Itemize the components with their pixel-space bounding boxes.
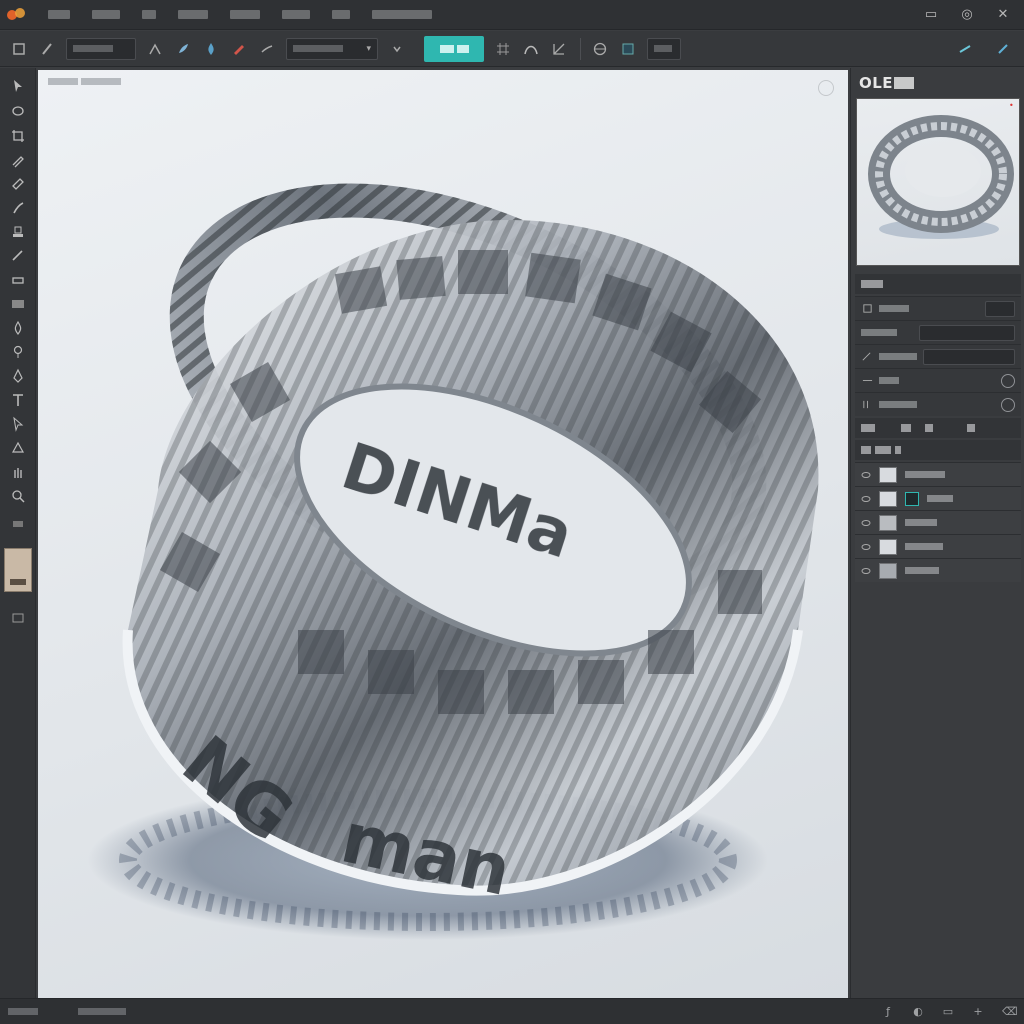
layer-row-3[interactable]	[855, 510, 1021, 534]
property-row-5[interactable]	[855, 392, 1021, 416]
close-icon[interactable]: ✕	[996, 7, 1010, 22]
status-icons: ƒ ◐ ▭ + ⌫	[882, 1005, 1018, 1018]
menu-item-1[interactable]	[44, 5, 74, 25]
tool-strip	[0, 68, 36, 998]
layer-thumbnail	[879, 466, 897, 483]
trash-icon[interactable]: ⌫	[1002, 1005, 1018, 1018]
layer-thumbnail	[879, 562, 897, 579]
share-icon[interactable]	[956, 40, 974, 58]
preset-field[interactable]	[66, 37, 136, 60]
transform-icon[interactable]	[550, 40, 568, 58]
folder-icon[interactable]: ▭	[942, 1005, 954, 1018]
app-logo-icon[interactable]	[4, 4, 30, 26]
shape-tool-icon[interactable]	[8, 438, 28, 458]
eye-icon[interactable]	[861, 518, 871, 528]
app-window: ▭ ◎ ✕ ▾ DINMa NG man OLE • ƒ ◐ ▭ + ⌫	[0, 0, 1024, 1024]
drop-icon[interactable]	[202, 40, 220, 58]
curve-icon[interactable]	[522, 40, 540, 58]
history-brush-icon[interactable]	[8, 246, 28, 266]
ring-render: DINMa NG man	[88, 183, 819, 940]
eye-icon[interactable]	[861, 470, 871, 480]
panel-empty-area	[855, 586, 1021, 990]
marker-icon[interactable]	[230, 40, 248, 58]
quick-mask-icon[interactable]	[8, 608, 28, 628]
layer-row-4[interactable]	[855, 534, 1021, 558]
menu-item-7[interactable]	[328, 5, 354, 25]
property-row-1[interactable]	[855, 296, 1021, 320]
new-layer-icon[interactable]: +	[972, 1005, 984, 1018]
frame-icon[interactable]	[619, 40, 637, 58]
gradient-tool-icon[interactable]	[8, 294, 28, 314]
layer-row-2[interactable]	[855, 486, 1021, 510]
restore-icon[interactable]: ◎	[960, 7, 974, 22]
select-tool-icon[interactable]	[8, 76, 28, 96]
globe-icon[interactable]	[591, 40, 609, 58]
lasso-tool-icon[interactable]	[8, 102, 28, 122]
minimize-icon[interactable]: ▭	[924, 7, 938, 22]
menu-item-4[interactable]	[174, 5, 212, 25]
layer-thumbnail	[879, 490, 897, 507]
property-row-2[interactable]	[855, 320, 1021, 344]
type-tool-icon[interactable]	[8, 390, 28, 410]
stamp-tool-icon[interactable]	[8, 222, 28, 242]
menu-item-2[interactable]	[88, 5, 124, 25]
menu-item-6[interactable]	[278, 5, 314, 25]
blur-tool-icon[interactable]	[8, 318, 28, 338]
section-header-properties[interactable]	[855, 274, 1021, 294]
window-controls: ▭ ◎ ✕	[924, 7, 1010, 22]
layer-thumbnail	[879, 514, 897, 531]
property-row-3[interactable]	[855, 344, 1021, 368]
layer-mask-icon[interactable]	[905, 491, 919, 506]
eraser-tool-icon[interactable]	[8, 270, 28, 290]
eye-icon[interactable]	[861, 494, 871, 504]
pen-icon[interactable]	[146, 40, 164, 58]
status-bar: ƒ ◐ ▭ + ⌫	[0, 998, 1024, 1024]
preview-thumbnail[interactable]: •	[856, 98, 1020, 266]
section-header-adjustments[interactable]	[855, 418, 1021, 438]
smudge-icon[interactable]	[258, 40, 276, 58]
render-button[interactable]	[424, 35, 484, 62]
dropdown-arrow-icon[interactable]	[388, 40, 406, 58]
preview-close-icon[interactable]: •	[1009, 102, 1015, 110]
move-icon[interactable]	[10, 40, 28, 58]
dodge-tool-icon[interactable]	[8, 342, 28, 362]
properties-panel: OLE •	[850, 68, 1024, 998]
crop-tool-icon[interactable]	[8, 126, 28, 146]
hand-tool-icon[interactable]	[8, 462, 28, 482]
grid-icon[interactable]	[494, 40, 512, 58]
layer-row-5[interactable]	[855, 558, 1021, 582]
heal-tool-icon[interactable]	[8, 174, 28, 194]
fx-icon[interactable]: ƒ	[882, 1005, 894, 1018]
menu-item-5[interactable]	[226, 5, 264, 25]
feather-icon[interactable]	[174, 40, 192, 58]
path-select-icon[interactable]	[8, 414, 28, 434]
zoom-field[interactable]	[647, 37, 681, 60]
panel-title: OLE	[859, 74, 915, 92]
menu-item-8[interactable]	[368, 5, 436, 25]
brush-icon[interactable]	[38, 40, 56, 58]
eye-icon[interactable]	[861, 566, 871, 576]
section-header-layers[interactable]	[855, 440, 1021, 460]
zoom-tool-icon[interactable]	[8, 486, 28, 506]
cloud-icon[interactable]	[994, 40, 1012, 58]
eyedropper-tool-icon[interactable]	[8, 150, 28, 170]
more-tools-icon[interactable]	[8, 514, 28, 534]
eye-icon[interactable]	[861, 542, 871, 552]
size-field[interactable]: ▾	[286, 37, 378, 60]
layer-thumbnail	[879, 538, 897, 555]
options-toolbar: ▾	[0, 31, 1024, 67]
menu-bar: ▭ ◎ ✕	[0, 0, 1024, 30]
property-row-4[interactable]	[855, 368, 1021, 392]
pen-tool-icon[interactable]	[8, 366, 28, 386]
adjust-icon[interactable]: ◐	[912, 1005, 924, 1018]
document-canvas[interactable]: DINMa NG man	[38, 70, 848, 998]
layer-row-1[interactable]	[855, 462, 1021, 486]
brush-tool-icon[interactable]	[8, 198, 28, 218]
color-swatch[interactable]	[4, 548, 32, 592]
menu-item-3[interactable]	[138, 5, 160, 25]
